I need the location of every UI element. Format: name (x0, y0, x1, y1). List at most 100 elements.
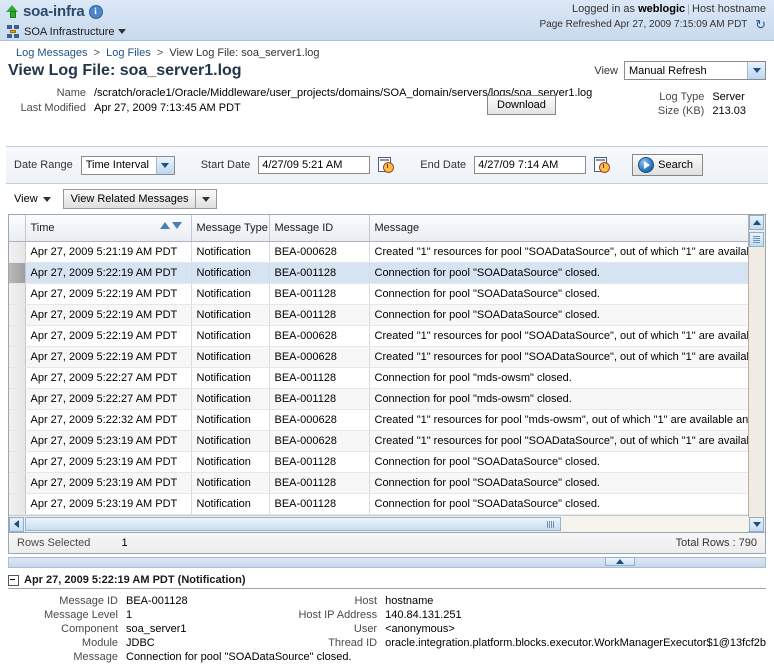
scroll-down-button[interactable] (749, 517, 764, 532)
table-row[interactable]: Apr 27, 2009 5:22:27 AM PDT Notification B… (9, 388, 765, 410)
row-select-cell[interactable] (9, 346, 26, 368)
cell-message-type: Notification (191, 388, 270, 410)
column-header-message-type[interactable]: Message Type (191, 215, 270, 242)
row-select-cell[interactable] (9, 388, 26, 410)
date-range-bar: Date Range Time Interval Start Date End … (6, 146, 768, 184)
cell-message-id: BEA-000628 (269, 346, 370, 368)
column-header-message[interactable]: Message (369, 215, 749, 242)
table-row[interactable]: Apr 27, 2009 5:22:32 AM PDT Notification B… (9, 409, 765, 431)
horizontal-scroll-thumb[interactable] (25, 517, 561, 531)
search-button-label: Search (658, 159, 693, 171)
row-select-cell[interactable] (9, 283, 26, 305)
detail-row: Host IP Address 140.84.131.251 (298, 608, 766, 622)
vertical-scrollbar[interactable] (748, 215, 765, 532)
select-column-header (9, 215, 26, 242)
calendar-clock-icon[interactable] (378, 157, 395, 173)
row-select-cell[interactable] (9, 262, 26, 284)
column-header-time[interactable]: Time (25, 215, 192, 242)
cell-message-type: Notification (191, 241, 270, 263)
detail-label: Message ID (59, 595, 118, 607)
cell-message: Created "1" resources for pool "SOADataS… (369, 430, 749, 452)
table-row[interactable]: Apr 27, 2009 5:23:19 AM PDT Notification B… (9, 451, 765, 473)
row-select-cell[interactable] (9, 367, 26, 389)
sort-descending-icon[interactable] (171, 222, 182, 229)
breadcrumb-item-log-messages[interactable]: Log Messages (16, 47, 88, 59)
table-row[interactable]: Apr 27, 2009 5:22:19 AM PDT Notification B… (9, 304, 765, 326)
sort-ascending-icon[interactable] (159, 222, 170, 229)
table-footer: Rows Selected 1 Total Rows : 790 (8, 533, 766, 554)
sort-control[interactable] (159, 222, 186, 229)
soa-infrastructure-menu[interactable]: SOA Infrastructure (6, 23, 127, 40)
table-row[interactable]: Apr 27, 2009 5:22:19 AM PDT Notification B… (9, 325, 765, 347)
start-date-label: Start Date (200, 159, 251, 171)
host-label: Host (692, 3, 715, 15)
row-select-cell[interactable] (9, 409, 26, 431)
start-date-input[interactable] (258, 156, 371, 174)
cell-time: Apr 27, 2009 5:21:19 AM PDT (25, 241, 192, 263)
table-row[interactable]: Apr 27, 2009 5:22:19 AM PDT Notification B… (9, 262, 765, 284)
row-select-cell[interactable] (9, 241, 26, 263)
message-detail-header: Apr 27, 2009 5:22:19 AM PDT (Notificatio… (8, 574, 766, 589)
splitter-collapse-button[interactable] (605, 557, 635, 566)
table-row[interactable]: Apr 27, 2009 5:23:19 AM PDT Notification B… (9, 493, 765, 515)
chevron-down-icon[interactable] (196, 190, 216, 208)
detail-label: Component (61, 623, 118, 635)
info-icon[interactable]: i (88, 4, 103, 19)
rows-selected-value: 1 (121, 537, 128, 549)
log-type-value: Server (712, 91, 745, 103)
view-mode-select[interactable]: Manual Refresh (624, 61, 766, 80)
row-select-cell[interactable] (9, 430, 26, 452)
end-date-input[interactable] (474, 156, 587, 174)
cell-message-type: Notification (191, 325, 270, 347)
breadcrumb-item-log-files[interactable]: Log Files (106, 47, 151, 59)
search-button[interactable]: Search (632, 154, 703, 176)
log-meta-table: Log Type Server Size (KB) 213.03 (658, 90, 746, 118)
view-menu-label: View (14, 193, 38, 205)
view-related-messages-button[interactable]: View Related Messages (62, 189, 218, 209)
file-info-table: Name /scratch/oracle1/Oracle/Middleware/… (8, 86, 593, 115)
download-button[interactable]: Download (487, 95, 556, 115)
log-meta-group: Log Type Server Size (KB) 213.03 (658, 90, 746, 118)
cell-message: Connection for pool "mds-owsm" closed. (369, 388, 749, 410)
date-range-mode-select[interactable]: Time Interval (80, 155, 175, 175)
table-row[interactable]: Apr 27, 2009 5:22:19 AM PDT Notification B… (9, 346, 765, 368)
row-select-cell[interactable] (9, 304, 26, 326)
horizontal-scroll-track[interactable] (25, 517, 749, 531)
detail-row: Message Connection for pool "SOADataSour… (8, 650, 351, 664)
collapse-icon[interactable] (8, 574, 19, 586)
last-modified-row: Last Modified Apr 27, 2009 7:13:45 AM PD… (8, 101, 494, 115)
view-menu-button[interactable]: View (10, 191, 55, 207)
column-header-message-id[interactable]: Message ID (269, 215, 370, 242)
date-range-mode-value: Time Interval (85, 159, 149, 171)
row-select-cell[interactable] (9, 472, 26, 494)
column-header-time-label: Time (30, 222, 55, 234)
table-row[interactable]: Apr 27, 2009 5:22:19 AM PDT Notification B… (9, 283, 765, 305)
row-select-cell[interactable] (9, 493, 26, 515)
calendar-clock-icon[interactable] (594, 157, 611, 173)
detail-row: Module JDBC (8, 636, 298, 650)
scroll-left-button[interactable] (9, 516, 24, 532)
cell-message-id: BEA-001128 (269, 367, 370, 389)
cell-message-type: Notification (191, 304, 270, 326)
horizontal-scrollbar[interactable] (9, 515, 765, 532)
table-row[interactable]: Apr 27, 2009 5:21:19 AM PDT Notification B… (9, 241, 765, 263)
panel-splitter[interactable] (8, 557, 766, 568)
cell-time: Apr 27, 2009 5:23:19 AM PDT (25, 430, 192, 452)
table-row[interactable]: Apr 27, 2009 5:22:27 AM PDT Notification B… (9, 367, 765, 389)
row-select-cell[interactable] (9, 451, 26, 473)
row-select-cell[interactable] (9, 325, 26, 347)
log-type-row: Log Type Server (658, 90, 746, 104)
cell-message: Connection for pool "SOADataSource" clos… (369, 451, 749, 473)
log-messages-table: Time Message Type Message ID Message Apr… (8, 214, 766, 533)
logged-in-row: Logged in as weblogic | Host hostname (539, 3, 766, 15)
detail-row: User <anonymous> (298, 622, 766, 636)
session-info-group: Logged in as weblogic | Host hostname Page… (539, 3, 766, 31)
scroll-up-button[interactable] (749, 215, 764, 230)
refresh-icon[interactable]: ↻ (754, 18, 766, 31)
cell-message-type: Notification (191, 367, 270, 389)
cell-message-id: BEA-001128 (269, 493, 370, 515)
table-row[interactable]: Apr 27, 2009 5:23:19 AM PDT Notification B… (9, 430, 765, 452)
table-row[interactable]: Apr 27, 2009 5:23:19 AM PDT Notification B… (9, 472, 765, 494)
vertical-scroll-thumb[interactable] (749, 232, 764, 247)
cell-message-id: BEA-001128 (269, 283, 370, 305)
